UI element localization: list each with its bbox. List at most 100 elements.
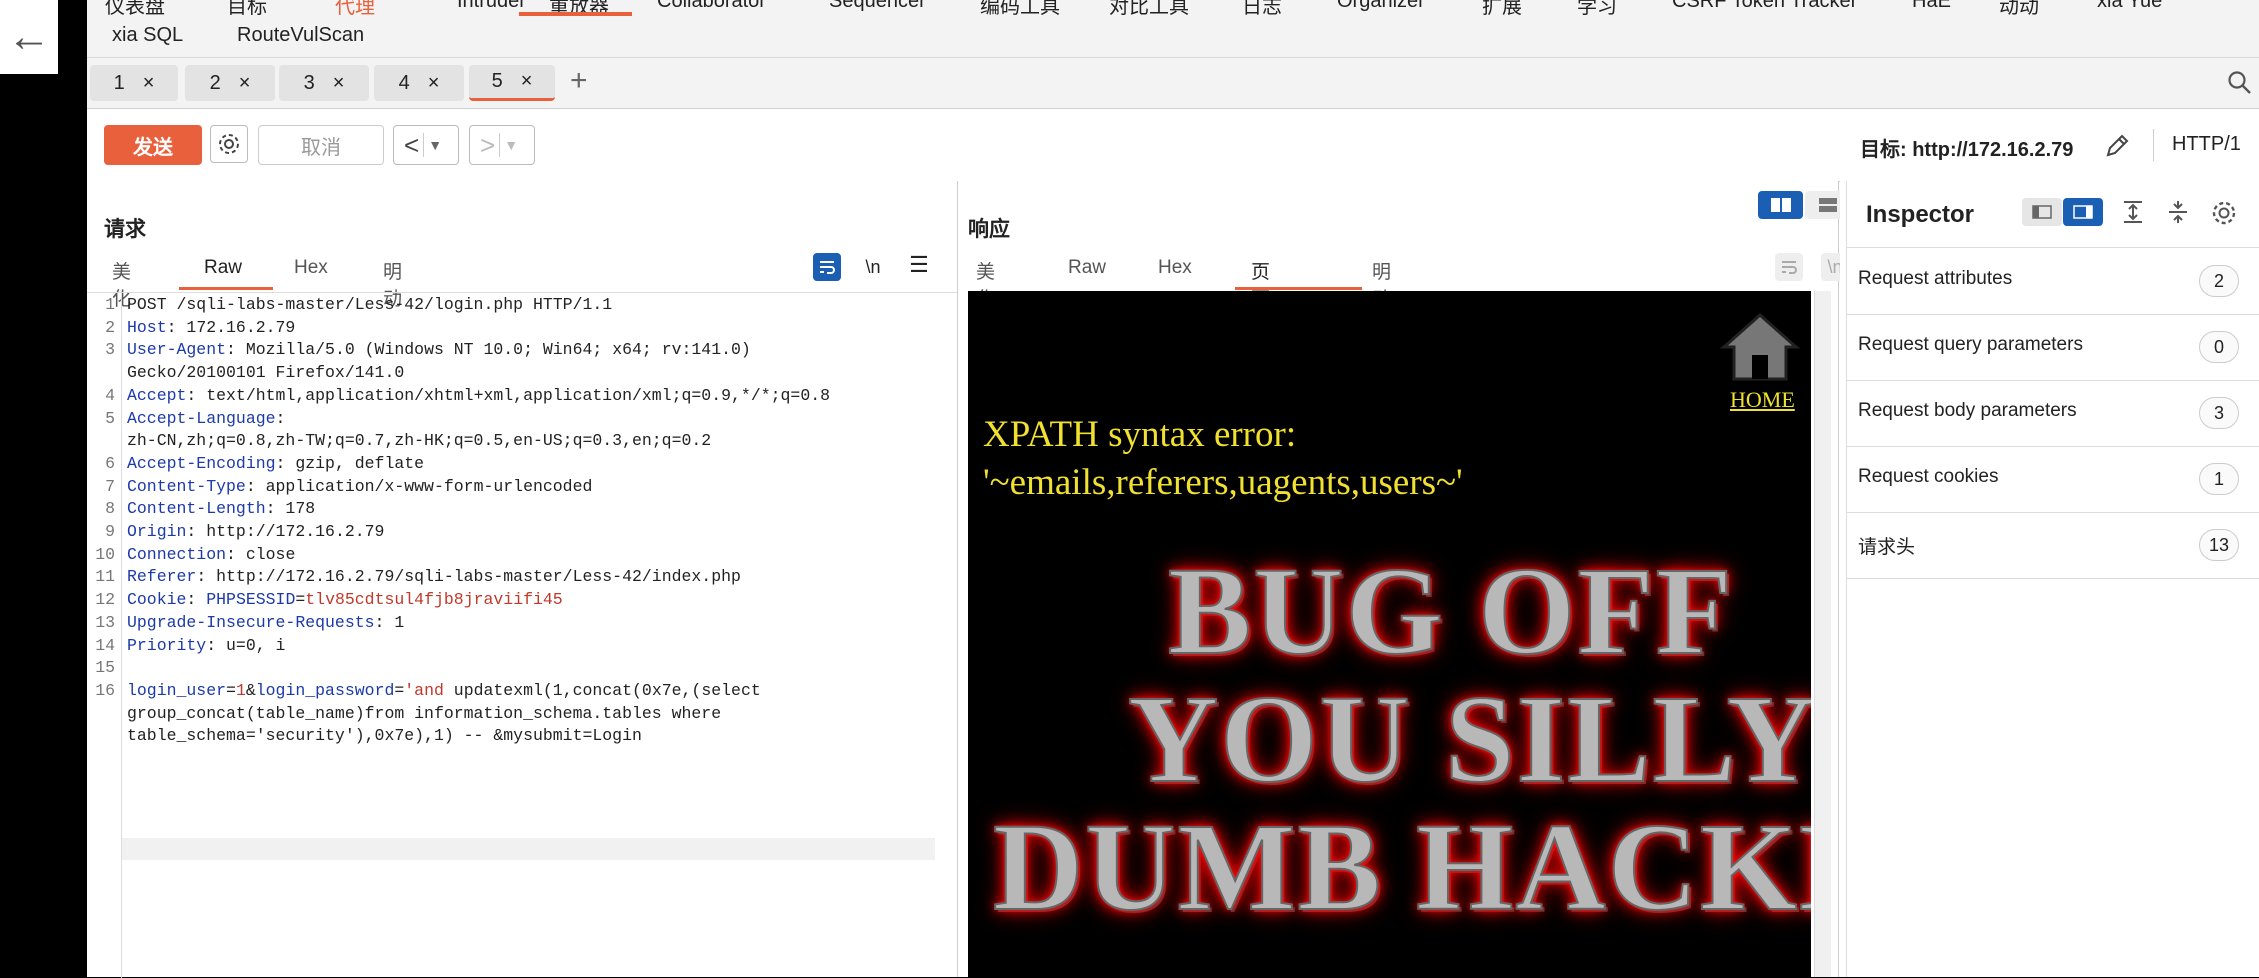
- menu-hae[interactable]: HaE: [1912, 0, 1951, 13]
- dropdown-arrow-icon[interactable]: ▼: [428, 137, 442, 153]
- tab-raw[interactable]: Raw: [204, 257, 242, 279]
- menu-learn[interactable]: 学习: [1577, 0, 1617, 19]
- line-number: 3: [105, 340, 115, 360]
- newline-toggle[interactable]: \n: [859, 253, 887, 281]
- send-settings-button[interactable]: [210, 125, 248, 163]
- http-version-toggle[interactable]: HTTP/1: [2172, 133, 2241, 156]
- menu-extensions[interactable]: 扩展: [1482, 0, 1522, 19]
- target-label: 目标: http://172.16.2.79: [1860, 139, 2074, 161]
- code-token: : text/html,application/xhtml+xml,applic…: [186, 385, 831, 405]
- collapse-all-icon[interactable]: [2165, 199, 2191, 230]
- tab-raw[interactable]: Raw: [1068, 257, 1106, 279]
- home-link[interactable]: HOME: [1730, 387, 1795, 413]
- tab-hex[interactable]: Hex: [294, 257, 328, 279]
- tab-hex[interactable]: Hex: [1158, 257, 1192, 279]
- menu-xia-yue[interactable]: xia Yue: [2097, 0, 2162, 13]
- repeater-tab-3[interactable]: 3 ×: [279, 65, 369, 101]
- menu-collaborator[interactable]: Collaborator: [657, 0, 766, 13]
- inspector-row-request-attributes[interactable]: Request attributes 2: [1846, 247, 2259, 315]
- code-token: zh-CN,zh;q=0.8,zh-TW;q=0.7,zh-HK;q=0.5,e…: [127, 431, 712, 451]
- menu-csrf-token-tracker[interactable]: CSRF Token Tracker: [1672, 0, 1857, 13]
- home-icon[interactable]: [1720, 311, 1800, 388]
- line-number: 12: [95, 590, 115, 610]
- expand-all-icon[interactable]: [2120, 199, 2146, 230]
- line-number: 11: [95, 567, 115, 587]
- menu-organizer[interactable]: Organizer: [1337, 0, 1425, 13]
- pencil-icon[interactable]: [2102, 131, 2132, 166]
- repeater-tab-4[interactable]: 4 ×: [374, 65, 464, 101]
- line-number: 7: [105, 476, 115, 496]
- menu-repeater[interactable]: 重放器: [549, 0, 609, 19]
- menu-comparer[interactable]: 对比工具: [1109, 0, 1189, 19]
- code-token: Origin: [127, 522, 187, 541]
- menu-logger[interactable]: 日志: [1242, 0, 1282, 19]
- code-token: : Mozilla/5.0 (Windows NT 10.0; Win64; x…: [226, 340, 751, 360]
- repeater-tab-5[interactable]: 5 ×: [469, 65, 555, 101]
- code-token: : 1: [374, 612, 405, 632]
- menu-proxy[interactable]: 代理: [335, 0, 375, 19]
- inspector-row-body-parameters[interactable]: Request body parameters 3: [1846, 380, 2259, 447]
- code-line: Accept-Language:: [127, 409, 285, 428]
- repeater-tab-1[interactable]: 1 ×: [90, 65, 178, 101]
- history-forward-button[interactable]: > ▼: [469, 125, 535, 165]
- code-token: Referer: [127, 567, 197, 587]
- layout-side-by-side-button[interactable]: [1758, 191, 1803, 219]
- cancel-button[interactable]: 取消: [258, 125, 384, 165]
- code-line: Upgrade-Insecure-Requests: 1: [127, 613, 404, 632]
- code-token: : 178: [265, 499, 316, 519]
- line-number: 8: [105, 499, 115, 519]
- code-token: &: [245, 680, 256, 700]
- count-badge: 3: [2199, 397, 2239, 429]
- dropdown-arrow-icon[interactable]: ▼: [504, 137, 518, 153]
- code-token: PHPSESSID: [206, 590, 296, 610]
- add-tab-button[interactable]: +: [570, 64, 588, 98]
- menu-xia-sql[interactable]: xia SQL: [112, 24, 183, 47]
- close-icon[interactable]: ×: [143, 72, 155, 95]
- rows-icon: [1818, 198, 1837, 212]
- close-icon[interactable]: ×: [333, 72, 345, 95]
- code-token: Upgrade-Insecure-Requests: [127, 612, 375, 632]
- banner-line-3: DUMB HACKER: [992, 798, 1811, 938]
- code-line: group_concat(table_name)from information…: [127, 704, 721, 723]
- line-number: 13: [95, 612, 115, 632]
- wrap-lines-button[interactable]: [813, 253, 841, 281]
- back-button[interactable]: ←: [0, 0, 58, 74]
- inspector-layout-right-button[interactable]: [2063, 198, 2103, 226]
- history-back-button[interactable]: < ▼: [393, 125, 459, 165]
- inspector-title: Inspector: [1866, 201, 1975, 228]
- render-scrollbar[interactable]: [1814, 291, 1831, 977]
- code-line: Gecko/20100101 Firefox/141.0: [127, 363, 404, 382]
- inspector-layout-left-button[interactable]: [2022, 198, 2062, 226]
- menu-decoder[interactable]: 编码工具: [980, 0, 1060, 19]
- chevron-left-icon: <: [404, 129, 420, 160]
- active-tab-underline: [1235, 287, 1362, 290]
- code-token: :: [275, 408, 286, 428]
- menu-target[interactable]: 目标: [227, 0, 267, 19]
- menu-intruder[interactable]: Intruder: [457, 0, 526, 13]
- menu-dashboard[interactable]: 仪表盘: [105, 0, 165, 19]
- close-icon[interactable]: ×: [428, 72, 440, 95]
- menu-sequencer[interactable]: Sequencer: [829, 0, 926, 13]
- inspector-row-query-parameters[interactable]: Request query parameters 0: [1846, 314, 2259, 381]
- inspector-row-cookies[interactable]: Request cookies 1: [1846, 446, 2259, 513]
- menu-routevulscan[interactable]: RouteVulScan: [237, 24, 364, 47]
- wrap-lines-button[interactable]: [1775, 253, 1803, 281]
- close-icon[interactable]: ×: [239, 72, 251, 95]
- rendered-page: HOME XPATH syntax error: '~emails,refere…: [968, 291, 1811, 977]
- menu-extra[interactable]: 动动: [1999, 0, 2039, 19]
- wrap-icon: [820, 261, 835, 274]
- main-menu-row1: 仪表盘 目标 代理 Intruder 重放器 Collaborator Sequ…: [87, 0, 2259, 20]
- search-icon[interactable]: [2227, 70, 2253, 101]
- code-token: Cookie: [127, 590, 187, 610]
- inspector-row-headers[interactable]: 请求头 13: [1846, 512, 2259, 579]
- request-editor[interactable]: 1 2 3 4 5 6 7 8 9 10 11 12 13 14 15 16 POST /sqli-labs-…: [87, 292, 957, 978]
- line-number: 14: [95, 635, 115, 655]
- close-icon[interactable]: ×: [521, 70, 533, 93]
- gear-icon[interactable]: [2210, 199, 2238, 232]
- repeater-tab-2[interactable]: 2 ×: [185, 65, 275, 101]
- line-number: 4: [105, 385, 115, 405]
- menu-active-underline: [519, 12, 632, 16]
- code-token: updatexml(1,concat(0x7e,(select: [443, 680, 761, 700]
- menu-icon[interactable]: ☰: [905, 251, 933, 279]
- send-button[interactable]: 发送: [104, 125, 202, 165]
